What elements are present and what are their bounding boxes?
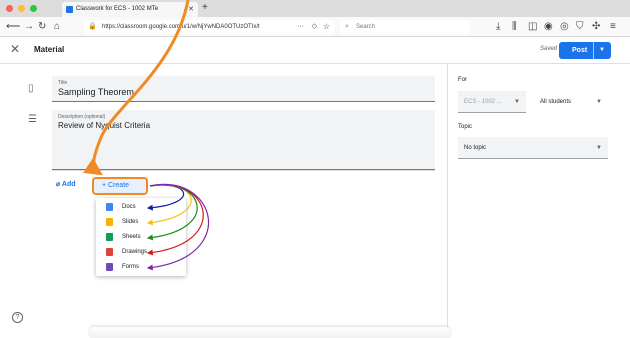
home-icon[interactable]: ⌂ [54, 20, 60, 34]
class-select[interactable]: ECS - 1002 ... ▼ [458, 91, 526, 113]
search-icon: ⌕ [345, 23, 349, 30]
caret-down-icon: ▼ [596, 145, 602, 151]
shield-icon[interactable]: ⛉ [576, 20, 584, 34]
search-bar[interactable]: ⌕ Search [340, 20, 470, 34]
lock-icon: 🔒 [88, 23, 97, 30]
account-icon[interactable]: ◉ [544, 20, 553, 34]
library-icon[interactable]: ⫼ [512, 20, 517, 34]
docs-icon [106, 203, 113, 211]
menu-item-label: Drawings [122, 249, 148, 255]
students-select-value: All students [540, 99, 572, 105]
browser-tab[interactable]: Classwork for ECS - 1002 MTe ✕ [62, 2, 198, 17]
topic-select-value: No topic [464, 145, 487, 151]
students-select[interactable]: All students ▼ [534, 91, 608, 113]
search-placeholder: Search [356, 24, 376, 30]
browser-toolbar: ⟵ → ↻ ⌂ 🔒 https://classroom.google.com/u… [0, 17, 630, 37]
add-button[interactable]: ⌀ Add [56, 180, 76, 188]
menu-item-drawings[interactable]: Drawings [96, 245, 186, 259]
add-button-label: Add [61, 181, 76, 188]
forms-icon [106, 263, 113, 271]
classroom-favicon-icon [66, 6, 73, 13]
extension-puzzle-icon[interactable]: ✣ [592, 20, 600, 34]
post-divider [593, 42, 594, 59]
back-icon[interactable]: ⟵ [6, 20, 20, 34]
bookmark-star-icon[interactable]: ☆ [323, 20, 330, 34]
paperclip-icon: ⌀ [56, 181, 61, 188]
post-button-label: Post [572, 47, 588, 54]
maximize-window-icon[interactable] [30, 5, 37, 12]
post-button[interactable]: Post ▼ [559, 42, 611, 59]
create-button-label: + Create [102, 182, 130, 189]
downloads-icon[interactable]: ⤓ [496, 20, 500, 34]
menu-item-slides[interactable]: Slides [96, 215, 186, 229]
page-title: Material [34, 45, 65, 54]
create-menu: Docs Slides Sheets Drawings Forms [96, 198, 186, 276]
close-icon[interactable]: ✕ [10, 42, 20, 56]
page-actions-icon[interactable]: ··· [297, 20, 304, 34]
description-field-label: Description (optional) [58, 114, 106, 120]
menu-item-label: Forms [122, 264, 139, 270]
save-status: Saved [540, 46, 558, 52]
sidebar-icon[interactable]: ◫ [528, 20, 537, 34]
create-button[interactable]: + Create [92, 177, 148, 195]
menu-icon[interactable]: ≡ [610, 20, 616, 34]
topic-label: Topic [458, 124, 473, 130]
help-icon[interactable]: ? [12, 312, 23, 323]
forward-icon[interactable]: → [24, 20, 34, 34]
url-bar[interactable]: 🔒 https://classroom.google.com/u/1/w/NjY… [84, 20, 334, 34]
drawings-icon [106, 248, 113, 256]
bottom-panel-edge [90, 327, 450, 338]
material-icon: ▯ [28, 83, 34, 94]
menu-item-label: Docs [122, 204, 136, 210]
title-field[interactable]: Title Sampling Theorem [52, 76, 435, 102]
url-text: https://classroom.google.com/u/1/w/NjYwN… [102, 24, 260, 30]
description-field[interactable]: Description (optional) Review of Nyquist… [52, 110, 435, 170]
app-header: ✕ Material Saved Post ▼ [0, 37, 630, 64]
title-field-label: Title [58, 80, 68, 86]
topic-select[interactable]: No topic ▼ [458, 137, 608, 159]
new-tab-button[interactable]: + [202, 2, 208, 14]
for-label: For [458, 77, 467, 83]
close-window-icon[interactable] [6, 5, 13, 12]
extension-icon[interactable]: ◎ [560, 20, 569, 34]
description-icon: ☰ [28, 114, 37, 125]
sheets-icon [106, 233, 113, 241]
description-field-value: Review of Nyquist Criteria [58, 121, 151, 130]
tab-title: Classwork for ECS - 1002 MTe [76, 6, 159, 12]
minimize-window-icon[interactable] [18, 5, 25, 12]
main-form-area [0, 64, 447, 338]
caret-down-icon: ▼ [596, 99, 602, 105]
class-select-value: ECS - 1002 ... [464, 99, 502, 105]
menu-item-label: Slides [122, 219, 139, 225]
slides-icon [106, 218, 113, 226]
chevron-down-icon[interactable]: ▼ [599, 42, 605, 59]
form-divider [52, 170, 435, 171]
menu-item-forms[interactable]: Forms [96, 260, 186, 274]
browser-tab-bar: Classwork for ECS - 1002 MTe ✕ + [0, 0, 630, 17]
reload-icon[interactable]: ↻ [38, 20, 46, 34]
menu-item-label: Sheets [122, 234, 141, 240]
close-tab-icon[interactable]: ✕ [188, 2, 194, 17]
menu-item-docs[interactable]: Docs [96, 200, 186, 214]
caret-down-icon: ▼ [514, 99, 520, 105]
pocket-icon[interactable]: ◇ [312, 20, 317, 34]
title-field-value: Sampling Theorem [58, 87, 134, 97]
menu-item-sheets[interactable]: Sheets [96, 230, 186, 244]
screen: Classwork for ECS - 1002 MTe ✕ + ⟵ → ↻ ⌂… [0, 0, 630, 338]
